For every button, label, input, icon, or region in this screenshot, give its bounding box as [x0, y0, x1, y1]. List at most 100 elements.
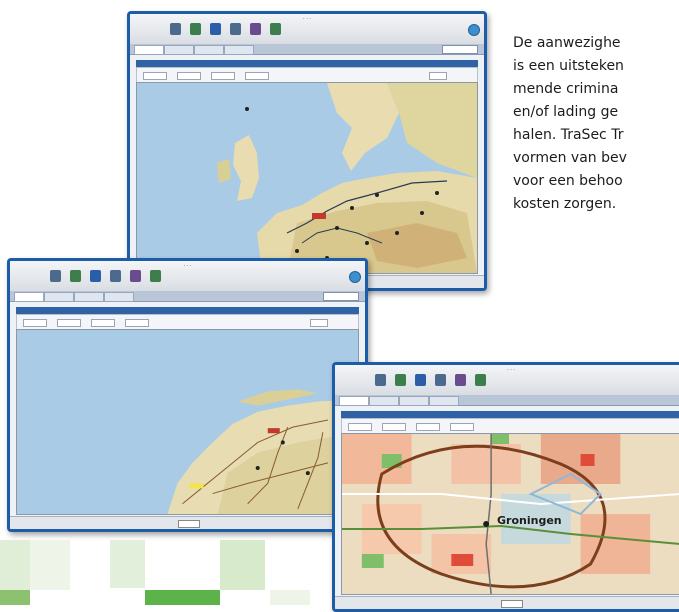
filter-field[interactable]	[177, 72, 201, 80]
toolbar: · · ·	[335, 365, 679, 396]
route-icon[interactable]	[435, 374, 446, 386]
vehicle-marker	[305, 471, 310, 476]
decor-square	[30, 540, 70, 590]
tab-1[interactable]	[134, 45, 164, 55]
tab-strip	[10, 291, 365, 302]
logout-button[interactable]	[442, 45, 478, 54]
truck-icon[interactable]	[395, 374, 406, 386]
tab-3[interactable]	[74, 292, 104, 302]
vehicle-marker	[280, 440, 285, 445]
filter-field[interactable]	[23, 319, 47, 327]
toolbar: · · ·	[130, 14, 484, 45]
decor-square	[145, 590, 220, 605]
tab-1[interactable]	[339, 396, 369, 406]
route-icon[interactable]	[230, 23, 241, 35]
tab-4[interactable]	[104, 292, 134, 302]
filter-field[interactable]	[143, 72, 167, 80]
description-line: en/of lading ge	[513, 104, 619, 120]
tab-3[interactable]	[399, 396, 429, 406]
vehicle-marker	[245, 107, 249, 111]
decor-square	[270, 590, 310, 605]
window-title: · · ·	[183, 263, 192, 269]
vehicle-marker	[435, 191, 439, 195]
tab-strip	[130, 44, 484, 55]
vehicle-marker	[420, 211, 424, 215]
home-icon[interactable]	[50, 270, 61, 282]
filter-field[interactable]	[310, 319, 328, 327]
filter-field[interactable]	[450, 423, 474, 431]
map-icon[interactable]	[210, 23, 221, 35]
decor-square	[110, 540, 145, 588]
vehicle-marker	[375, 193, 379, 197]
map-icon[interactable]	[90, 270, 101, 282]
filter-field[interactable]	[348, 423, 372, 431]
description-line: halen. TraSec Tr	[513, 127, 624, 143]
description-line: mende crimina	[513, 81, 619, 97]
tab-2[interactable]	[44, 292, 74, 302]
vehicle-marker	[350, 206, 354, 210]
vehicle-marker	[255, 465, 260, 471]
report-icon[interactable]	[130, 270, 141, 282]
home-icon[interactable]	[375, 374, 386, 386]
truck-icon[interactable]	[70, 270, 81, 282]
vehicle-marker	[335, 226, 339, 230]
decor-square	[220, 540, 265, 590]
filter-field[interactable]	[429, 72, 447, 80]
tab-3[interactable]	[194, 45, 224, 55]
vehicle-marker	[395, 231, 399, 235]
description-line: kosten zorgen.	[513, 196, 617, 212]
tab-1[interactable]	[14, 292, 44, 302]
filter-field[interactable]	[91, 319, 115, 327]
vehicle-marker	[295, 249, 299, 253]
panel-header	[136, 60, 478, 67]
pager-control[interactable]	[501, 600, 523, 608]
description-line: voor een behoo	[513, 173, 623, 189]
description-text: De aanwezighe is een uitsteken mende cri…	[513, 32, 627, 216]
app-window-netherlands: · · ·	[7, 258, 368, 532]
map-icon[interactable]	[415, 374, 426, 386]
map-view[interactable]	[136, 82, 478, 274]
filter-field[interactable]	[382, 423, 406, 431]
vehicle-marker	[483, 521, 490, 527]
filter-field[interactable]	[57, 319, 81, 327]
route-icon[interactable]	[110, 270, 121, 282]
filter-field[interactable]	[211, 72, 235, 80]
decor-square	[0, 590, 30, 605]
status-bar	[10, 516, 365, 529]
panel-header	[16, 307, 359, 314]
map-view[interactable]: Groningen	[341, 433, 679, 595]
report-icon[interactable]	[250, 23, 261, 35]
logout-button[interactable]	[323, 292, 359, 301]
panel-header	[341, 411, 679, 418]
app-window-groningen: · · · Groningen	[332, 362, 679, 612]
report-icon[interactable]	[455, 374, 466, 386]
settings-icon[interactable]	[475, 374, 486, 386]
map-view[interactable]	[16, 329, 359, 515]
tab-2[interactable]	[369, 396, 399, 406]
filter-field[interactable]	[416, 423, 440, 431]
truck-icon[interactable]	[190, 23, 201, 35]
filter-bar	[136, 67, 478, 83]
settings-icon[interactable]	[270, 23, 281, 35]
settings-icon[interactable]	[150, 270, 161, 282]
refresh-icon[interactable]	[468, 24, 480, 36]
filter-field[interactable]	[125, 319, 149, 327]
filter-bar	[341, 418, 679, 434]
filter-field[interactable]	[245, 72, 269, 80]
window-title: · · ·	[507, 367, 515, 373]
vehicle-marker	[189, 483, 204, 489]
refresh-icon[interactable]	[349, 271, 361, 283]
status-bar	[335, 596, 679, 609]
city-label: Groningen	[497, 514, 562, 527]
tab-2[interactable]	[164, 45, 194, 55]
tab-4[interactable]	[224, 45, 254, 55]
app-window-europe: · · ·	[127, 11, 487, 291]
vehicle-marker	[312, 213, 326, 219]
description-line: vormen van bev	[513, 150, 627, 166]
description-line: De aanwezighe	[513, 35, 621, 51]
vehicle-marker	[267, 428, 280, 434]
window-title: · · ·	[303, 16, 311, 22]
home-icon[interactable]	[170, 23, 181, 35]
pager-control[interactable]	[177, 520, 200, 528]
tab-4[interactable]	[429, 396, 459, 406]
